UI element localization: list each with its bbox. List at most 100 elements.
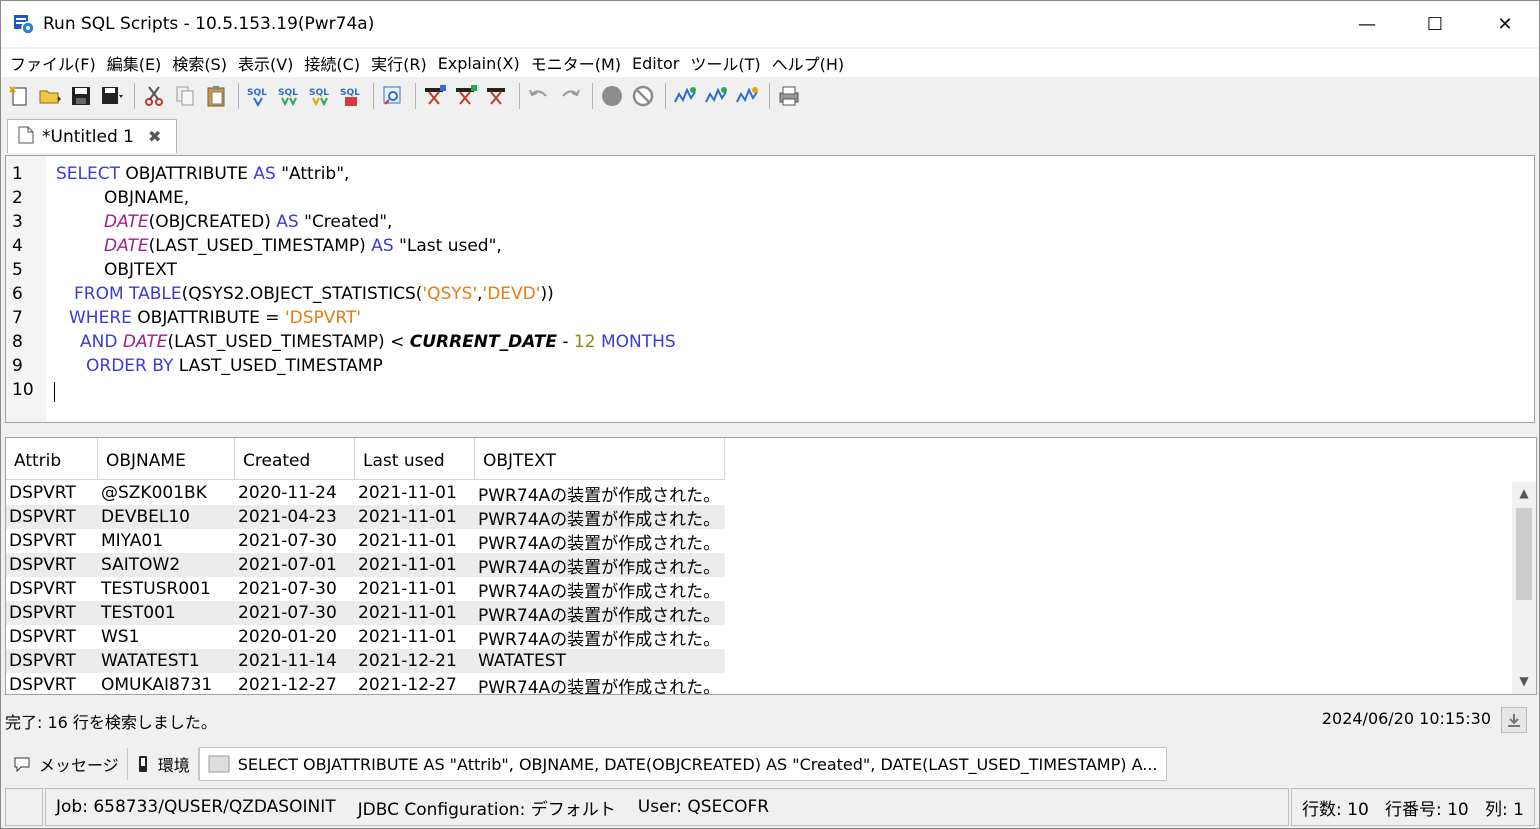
- app-icon: [13, 13, 35, 35]
- cell-created: 2021-12-27: [238, 675, 337, 695]
- cell-last-used: 2021-11-01: [358, 507, 457, 527]
- maximize-button[interactable]: ☐: [1401, 1, 1469, 47]
- run-and-explain-icon[interactable]: [452, 82, 480, 110]
- menu-search[interactable]: 検索(S): [167, 51, 232, 75]
- cell-created: 2021-07-30: [238, 531, 337, 551]
- window-title: Run SQL Scripts - 10.5.153.19(Pwr74a): [43, 14, 375, 34]
- toolbar-separator: [665, 83, 666, 109]
- column-header-objtext[interactable]: OBJTEXT: [475, 438, 725, 480]
- cell-objtext: PWR74Aの装置が作成された。: [478, 677, 721, 695]
- menu-view[interactable]: 表示(V): [233, 51, 298, 75]
- cell-attrib: DSPVRT: [9, 507, 76, 527]
- table-row[interactable]: DSPVRT WATATEST1 2021-11-14 2021-12-21 WATAT…: [6, 649, 725, 673]
- cell-last-used: 2021-11-01: [358, 555, 457, 575]
- table-row[interactable]: DSPVRT WS1 2020-01-20 2021-11-01 PWR74Aの装置が作…: [6, 625, 725, 650]
- table-row[interactable]: DSPVRT TESTUSR001 2021-07-30 2021-11-01 PWR7…: [6, 577, 725, 602]
- tab-close-icon[interactable]: ✖: [148, 127, 161, 146]
- status-message: 完了: 16 行を検索しました。: [5, 713, 217, 732]
- menu-editor[interactable]: Editor: [627, 54, 684, 73]
- cell-attrib: DSPVRT: [9, 579, 76, 599]
- paste-icon[interactable]: [202, 82, 230, 110]
- menu-edit[interactable]: 編集(E): [102, 51, 167, 75]
- save-icon[interactable]: [67, 82, 95, 110]
- scroll-up-icon[interactable]: ▲: [1516, 486, 1532, 502]
- status-timestamp: 2024/06/20 10:15:30: [1321, 709, 1491, 728]
- tab-environment[interactable]: 環境: [128, 748, 199, 780]
- code-line: SELECT OBJATTRIBUTE AS "Attrib",: [56, 164, 350, 184]
- tab-messages[interactable]: メッセージ: [5, 748, 128, 780]
- monitor-analyze-icon[interactable]: [733, 82, 761, 110]
- close-button[interactable]: ✕: [1471, 1, 1539, 47]
- copy-icon[interactable]: [171, 82, 199, 110]
- run-sql-from-cursor-icon[interactable]: SQL: [306, 82, 334, 110]
- save-as-icon[interactable]: [98, 82, 126, 110]
- print-icon[interactable]: [775, 82, 803, 110]
- table-row[interactable]: DSPVRT SAITOW2 2021-07-01 2021-11-01 PWR74Aの…: [6, 553, 725, 578]
- stop-icon[interactable]: [598, 82, 626, 110]
- visual-explain-icon[interactable]: [421, 82, 449, 110]
- scroll-down-icon[interactable]: ▼: [1516, 674, 1532, 690]
- monitor-start-icon[interactable]: [671, 82, 699, 110]
- cell-attrib: DSPVRT: [9, 603, 76, 623]
- column-header-attrib[interactable]: Attrib: [6, 438, 98, 480]
- table-row[interactable]: DSPVRT DEVBEL10 2021-04-23 2021-11-01 PWR74A…: [6, 505, 725, 530]
- menu-file[interactable]: ファイル(F): [5, 51, 101, 75]
- line-number: 10: [12, 380, 34, 400]
- cursor-position: 行数: 10 行番号: 10 列: 1: [1291, 788, 1535, 826]
- menu-connection[interactable]: 接続(C): [299, 51, 365, 75]
- cell-last-used: 2021-11-01: [358, 627, 457, 647]
- results-grid[interactable]: Attrib OBJNAME Created Last used OBJTEXT…: [5, 437, 1537, 695]
- column-header-objname[interactable]: OBJNAME: [98, 438, 235, 480]
- results-header: Attrib OBJNAME Created Last used OBJTEXT: [6, 438, 725, 480]
- line-number: 5: [12, 260, 23, 280]
- column-header-created[interactable]: Created: [235, 438, 355, 480]
- cell-created: 2021-07-30: [238, 579, 337, 599]
- explain-only-icon[interactable]: [483, 82, 511, 110]
- sql-editor[interactable]: 1 2 3 4 5 6 7 8 9 10 SELECT OBJATTRIBUTE…: [5, 155, 1535, 423]
- menu-explain[interactable]: Explain(X): [433, 54, 525, 73]
- download-icon[interactable]: [1501, 707, 1527, 733]
- minimize-button[interactable]: —: [1333, 1, 1401, 47]
- menu-monitor[interactable]: モニター(M): [526, 51, 626, 75]
- cell-attrib: DSPVRT: [9, 555, 76, 575]
- job-name: Job: 658733/QUSER/QZDASOINIT: [56, 797, 336, 817]
- cell-created: 2020-01-20: [238, 627, 337, 647]
- editor-tab-strip: *Untitled 1 ✖: [1, 115, 1539, 153]
- redo-icon[interactable]: [556, 82, 584, 110]
- results-scrollbar[interactable]: ▲ ▼: [1512, 482, 1536, 694]
- results-body: DSPVRT @SZK001BK 2020-11-24 2021-11-01 PWR74…: [6, 481, 725, 695]
- column-header-last-used[interactable]: Last used: [355, 438, 475, 480]
- pane-splitter[interactable]: [1, 429, 1539, 437]
- table-row[interactable]: DSPVRT TEST001 2021-07-30 2021-11-01 PWR74Aの…: [6, 601, 725, 626]
- cell-objtext: WATATEST: [478, 651, 566, 671]
- menu-help[interactable]: ヘルプ(H): [767, 51, 850, 75]
- table-row[interactable]: DSPVRT MIYA01 2021-07-30 2021-11-01 PWR74Aの装…: [6, 529, 725, 554]
- table-row[interactable]: DSPVRT @SZK001BK 2020-11-24 2021-11-01 PWR74…: [6, 481, 725, 506]
- cell-attrib: DSPVRT: [9, 531, 76, 551]
- explain-icon[interactable]: [379, 82, 407, 110]
- run-sql-all-icon[interactable]: SQL: [275, 82, 303, 110]
- toolbar-separator: [769, 83, 770, 109]
- scrollbar-thumb[interactable]: [1516, 508, 1532, 600]
- svg-text:SQL: SQL: [340, 88, 360, 98]
- tab-query-result[interactable]: SELECT OBJATTRIBUTE AS "Attrib", OBJNAME…: [198, 747, 1167, 781]
- menu-tools[interactable]: ツール(T): [685, 51, 765, 75]
- cell-last-used: 2021-11-01: [358, 579, 457, 599]
- user-name: User: QSECOFR: [637, 797, 770, 817]
- cell-attrib: DSPVRT: [9, 651, 76, 671]
- open-folder-icon[interactable]: [36, 82, 64, 110]
- cell-created: 2021-11-14: [238, 651, 337, 671]
- cancel-icon[interactable]: [629, 82, 657, 110]
- line-number: 2: [12, 188, 23, 208]
- cell-objname: WATATEST1: [101, 651, 200, 671]
- menu-run[interactable]: 実行(R): [366, 51, 432, 75]
- cut-icon[interactable]: [140, 82, 168, 110]
- run-sql-icon[interactable]: SQL: [244, 82, 272, 110]
- cell-attrib: DSPVRT: [9, 675, 76, 695]
- monitor-end-icon[interactable]: [702, 82, 730, 110]
- undo-icon[interactable]: [525, 82, 553, 110]
- tab-untitled-1[interactable]: *Untitled 1 ✖: [7, 119, 177, 153]
- run-sql-batch-icon[interactable]: SQL: [337, 82, 365, 110]
- table-row[interactable]: DSPVRT OMUKAI8731 2021-12-27 2021-12-27 PWR7…: [6, 673, 725, 695]
- new-file-icon[interactable]: [5, 82, 33, 110]
